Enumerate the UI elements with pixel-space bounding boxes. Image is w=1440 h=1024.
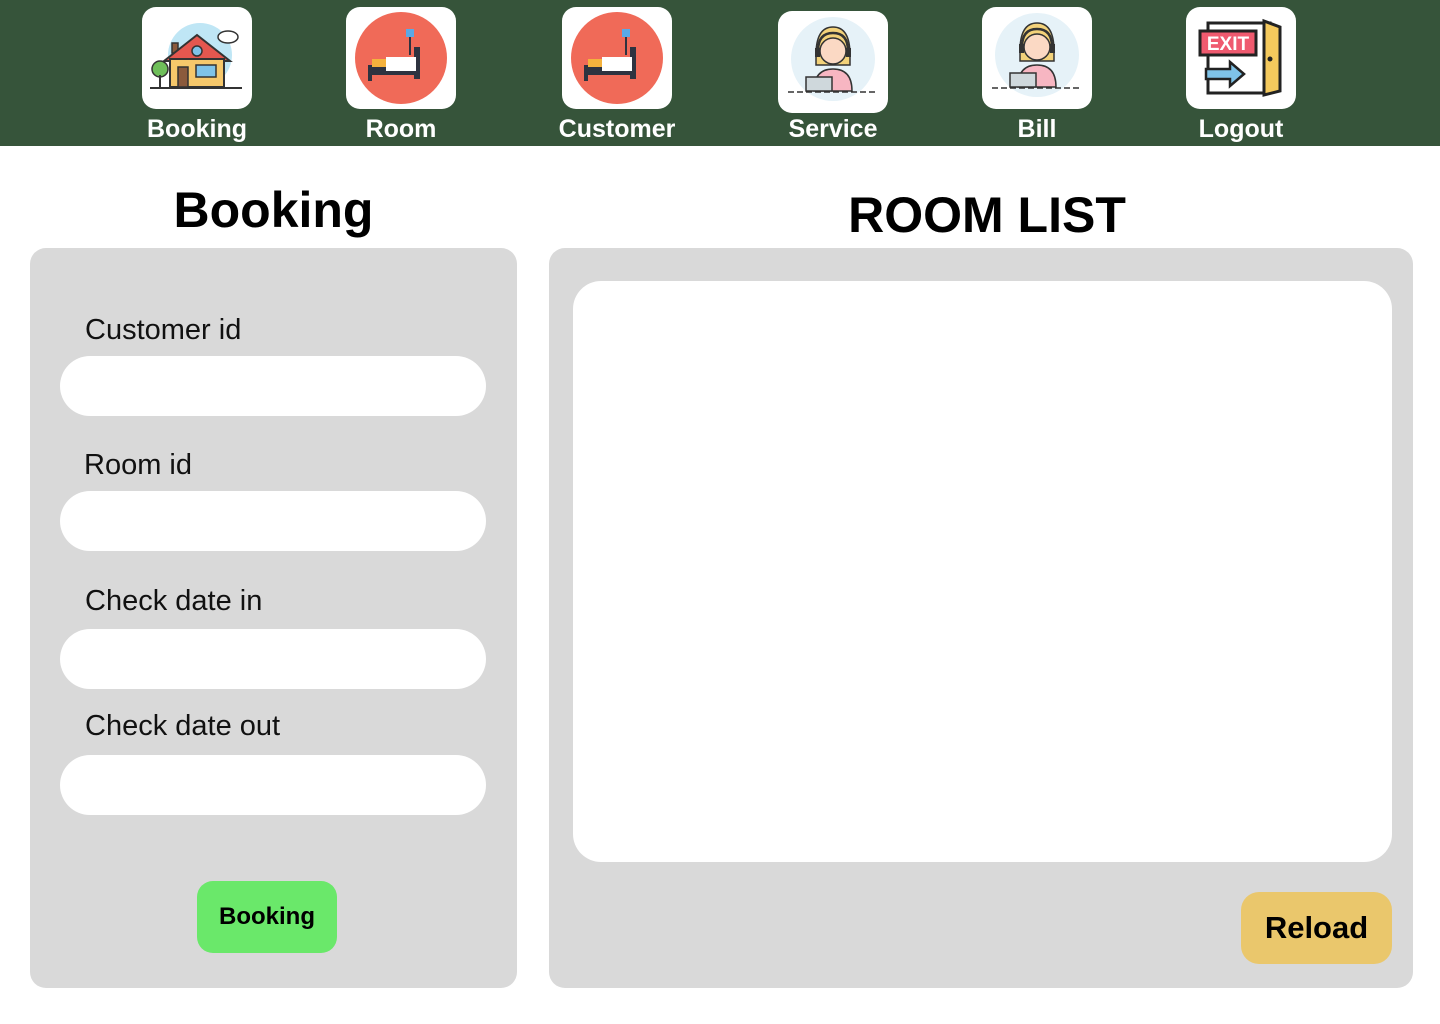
nav-label-booking: Booking bbox=[147, 115, 247, 143]
check-date-in-label: Check date in bbox=[85, 585, 263, 617]
room-id-label: Room id bbox=[84, 449, 192, 481]
exit-door-icon: EXIT bbox=[1186, 7, 1296, 109]
customer-id-label: Customer id bbox=[85, 314, 242, 346]
check-date-out-input[interactable] bbox=[60, 755, 486, 815]
svg-text:EXIT: EXIT bbox=[1207, 34, 1250, 55]
reload-button[interactable]: Reload bbox=[1241, 892, 1392, 964]
house-icon bbox=[142, 7, 252, 109]
check-date-in-input[interactable] bbox=[60, 629, 486, 689]
nav-label-bill: Bill bbox=[1017, 115, 1057, 143]
nav-label-room: Room bbox=[365, 115, 437, 143]
room-list-table[interactable] bbox=[573, 281, 1392, 862]
booking-title: Booking bbox=[173, 182, 374, 238]
booking-form-panel: Customer id Room id Check date in Check … bbox=[30, 248, 517, 988]
booking-submit-button[interactable]: Booking bbox=[197, 881, 337, 953]
support-agent-icon bbox=[982, 7, 1092, 109]
room-id-input[interactable] bbox=[60, 491, 486, 551]
room-list-title: ROOM LIST bbox=[848, 187, 1126, 243]
top-navbar: Booking Room Customer Service Bill EXIT … bbox=[0, 0, 1440, 146]
nav-label-service: Service bbox=[788, 115, 878, 143]
nav-item-logout[interactable]: EXIT Logout bbox=[1151, 0, 1331, 146]
bed-icon bbox=[562, 7, 672, 109]
nav-label-customer: Customer bbox=[558, 115, 676, 143]
nav-item-room[interactable]: Room bbox=[311, 0, 491, 146]
bed-icon bbox=[346, 7, 456, 109]
nav-item-service[interactable]: Service bbox=[743, 0, 923, 146]
check-date-out-label: Check date out bbox=[85, 710, 281, 742]
nav-item-booking[interactable]: Booking bbox=[107, 0, 287, 146]
nav-item-bill[interactable]: Bill bbox=[947, 0, 1127, 146]
nav-item-customer[interactable]: Customer bbox=[527, 0, 707, 146]
customer-id-input[interactable] bbox=[60, 356, 486, 416]
support-agent-icon bbox=[778, 11, 888, 113]
nav-label-logout: Logout bbox=[1198, 115, 1284, 143]
